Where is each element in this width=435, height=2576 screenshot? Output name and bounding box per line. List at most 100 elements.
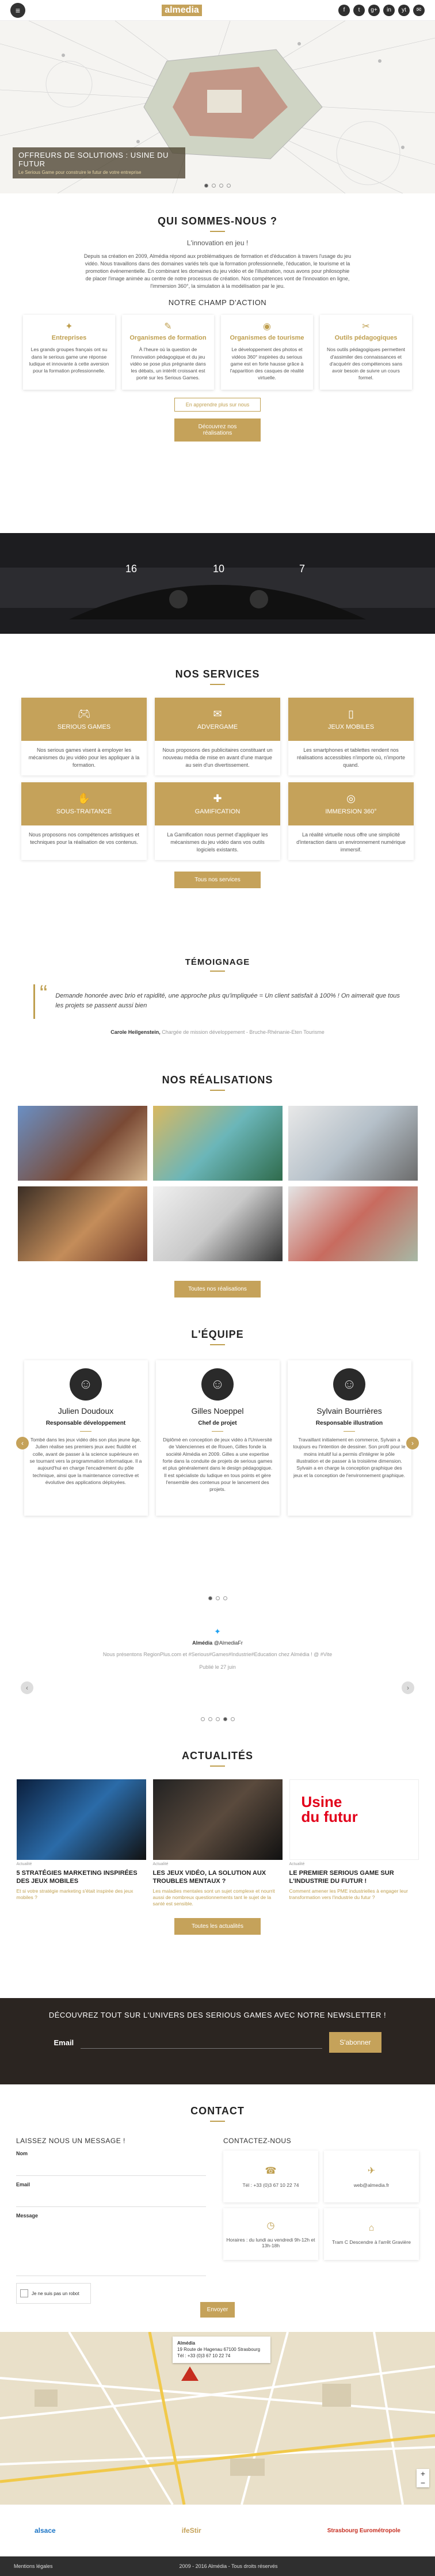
title-rule — [210, 1344, 225, 1345]
linkedin-icon[interactable]: in — [383, 4, 395, 16]
email-field[interactable] — [16, 2187, 206, 2207]
team-cards: ☺ Julien Doudoux Responsable développement… — [0, 1360, 435, 1516]
legal-link[interactable]: Mentions légales — [14, 2563, 53, 2569]
card-text: Nos outils pédagogiques permettent d'ass… — [326, 347, 406, 381]
news-tag: Actualité — [16, 1862, 32, 1866]
mail-icon[interactable]: ✉ — [413, 4, 425, 16]
realisations-grid — [0, 1106, 435, 1261]
message-field[interactable] — [16, 2219, 206, 2276]
newsletter-email-input[interactable] — [81, 2036, 323, 2049]
realisation-thumb[interactable] — [288, 1106, 418, 1181]
captcha-checkbox[interactable] — [20, 2289, 28, 2297]
stat-number: 7 — [299, 563, 306, 574]
address-box: ⌂ Tram C Descendre à l'arrêt Gravière — [324, 2208, 419, 2260]
map-address: 19 Route de Hagenau 67100 Strasbourg — [177, 2347, 261, 2353]
testimonial-section: TÉMOIGNAGE “ Demande honorée avec brio e… — [0, 945, 435, 1057]
service-card[interactable]: 🎮︎ SERIOUS GAMES Nos serious games visent … — [21, 698, 147, 775]
controller-banner: 16 10 7 — [0, 533, 435, 634]
realisations-all-button[interactable]: Toutes nos réalisations — [174, 1281, 261, 1297]
service-card[interactable]: ✋ SOUS-TRAITANCE Nous proposons nos compét… — [21, 782, 147, 860]
google-plus-icon[interactable]: g+ — [368, 4, 380, 16]
slide-dot[interactable] — [219, 184, 223, 188]
tweet-text: Nous présentons RegionPlus.com et #Serio… — [102, 1652, 333, 1657]
social-links: f t g+ in yt ✉ — [338, 4, 425, 16]
realisation-thumb[interactable] — [288, 1186, 418, 1261]
team-title: L'ÉQUIPE — [191, 1329, 244, 1340]
service-card[interactable]: ▯ JEUX MOBILES Les smartphones et tablette… — [288, 698, 414, 775]
field-title: NOTRE CHAMP D'ACTION — [168, 298, 267, 307]
youtube-icon[interactable]: yt — [398, 4, 410, 16]
menu-icon[interactable]: ≡ — [10, 2, 25, 18]
hours-box: ◷ Horaires : du lundi au vendredi 9h-12h … — [223, 2208, 318, 2260]
service-card[interactable]: ✚ GAMIFICATION La Gamification nous permet… — [155, 782, 280, 860]
hero-slider: OFFREURS DE SOLUTIONS : USINE DU FUTUR L… — [0, 21, 435, 193]
news-all-button[interactable]: Toutes les actualités — [174, 1917, 261, 1935]
realisation-thumb[interactable] — [152, 1186, 283, 1261]
newsletter-section: DÉCOUVREZ TOUT SUR L'UNIVERS DES SERIOUS… — [0, 1998, 435, 2084]
map-zoom-controls[interactable]: + − — [417, 2469, 429, 2487]
twitter-section: ‹ › ✦ Almédia @AlmediaFr Nous présentons… — [0, 1627, 435, 1742]
map-info-window: Almédia 19 Route de Hagenau 67100 Strasbo… — [173, 2337, 270, 2363]
service-card[interactable]: ◎ IMMERSION 360° La réalité virtuelle nous… — [288, 782, 414, 860]
realisation-thumb[interactable] — [17, 1106, 147, 1181]
team-next-arrow[interactable]: › — [406, 1437, 419, 1449]
field-card: ◉ Organismes de tourisme Le développement … — [221, 315, 313, 390]
map-place: Almédia — [177, 2341, 196, 2346]
twitter-icon[interactable]: t — [353, 4, 365, 16]
member-bio: Tombé dans les jeux vidéo dès son plus j… — [29, 1437, 142, 1485]
realisation-thumb[interactable] — [152, 1106, 283, 1181]
zoom-in-button[interactable]: + — [417, 2469, 429, 2478]
name-field[interactable] — [16, 2156, 206, 2176]
news-section: ACTUALITÉS Actualité 5 STRATÉGIES MARKETI… — [0, 1742, 435, 1998]
service-card[interactable]: ✉ ADVERGAME Nous proposons des publicitair… — [155, 698, 280, 775]
map[interactable]: Almédia 19 Route de Hagenau 67100 Strasbo… — [0, 2332, 435, 2505]
tweet-next-arrow[interactable]: › — [402, 1681, 414, 1694]
paper-plane-icon: ✈ — [367, 2166, 376, 2176]
subscribe-button[interactable]: S'abonner — [329, 2032, 381, 2053]
author-name: Carole Heilgenstein, — [110, 1029, 161, 1035]
partner-logo[interactable]: ifeStir — [182, 2526, 201, 2535]
news-excerpt: Et si votre stratégie marketing s'était … — [16, 1888, 133, 1900]
copyright: 2009 - 2016 Almédia - Tous droits réserv… — [179, 2563, 278, 2569]
team-prev-arrow[interactable]: ‹ — [16, 1437, 29, 1449]
contact-infos: ☎ Tél : +33 (0)3 67 10 22 74 ✈ web@almedia… — [223, 2151, 419, 2260]
about-more-button[interactable]: En apprendre plus sur nous — [174, 398, 261, 412]
slide-dot[interactable] — [204, 184, 208, 188]
send-button[interactable]: Envoyer — [200, 2302, 235, 2318]
service-text: Nos serious games visent à employer les … — [28, 747, 140, 768]
tools-icon: ✂ — [362, 322, 370, 332]
email-text[interactable]: web@almedia.fr — [354, 2182, 390, 2188]
news-card[interactable]: Actualité LES JEUX VIDÉO, LA SOLUTION AUX… — [152, 1779, 283, 1908]
map-phone: Tél : +33 (0)3 67 10 22 74 — [177, 2353, 231, 2359]
services-button[interactable]: Tous nos services — [174, 872, 261, 888]
news-card[interactable]: Usine du futur Actualité LE PREMIER SERIOUS… — [289, 1779, 419, 1908]
news-card[interactable]: Actualité 5 STRATÉGIES MARKETING INSPIRÉE… — [16, 1779, 146, 1908]
news-image — [152, 1779, 283, 1860]
news-excerpt: Comment amener les PME industrielles à e… — [289, 1888, 408, 1900]
tweet-date: Publié le 27 juin — [199, 1664, 236, 1671]
avatar: ☺ — [201, 1368, 234, 1401]
partner-logo[interactable]: alsace — [35, 2526, 56, 2535]
email-box[interactable]: ✈ web@almedia.fr — [324, 2151, 419, 2202]
title-rule — [210, 971, 225, 972]
zoom-out-button[interactable]: − — [417, 2478, 429, 2487]
team-card: ☺ Julien Doudoux Responsable développement… — [24, 1360, 148, 1516]
testimonial-quote: Demande honorée avec brio et rapidité, u… — [55, 992, 400, 1009]
news-heading: LE PREMIER SERIOUS GAME SUR L'INDUSTRIE … — [289, 1870, 394, 1885]
slide-dot[interactable] — [212, 184, 216, 188]
tweet-prev-arrow[interactable]: ‹ — [21, 1681, 33, 1694]
logo[interactable]: almedia — [162, 4, 202, 16]
slide-dot[interactable] — [227, 184, 231, 188]
member-name: Gilles Noeppel — [191, 1406, 244, 1416]
briefcase-icon: ✦ — [65, 322, 73, 332]
testimonial-author: Carole Heilgenstein, Chargée de mission … — [33, 1029, 402, 1035]
realisation-thumb[interactable] — [17, 1186, 147, 1261]
news-heading: 5 STRATÉGIES MARKETING INSPIRÉES DES JEU… — [16, 1870, 138, 1885]
service-text: Nous proposons des publicitaires constit… — [162, 747, 273, 768]
team-dots — [0, 1596, 435, 1600]
team-section: L'ÉQUIPE ‹ › ☺ Julien Doudoux Responsable … — [0, 1310, 435, 1609]
recaptcha[interactable]: Je ne suis pas un robot — [16, 2283, 91, 2304]
facebook-icon[interactable]: f — [338, 4, 350, 16]
partner-logo[interactable]: Strasbourg Eurométropole — [327, 2528, 400, 2534]
realisations-button[interactable]: Découvrez nos réalisations — [174, 418, 261, 442]
